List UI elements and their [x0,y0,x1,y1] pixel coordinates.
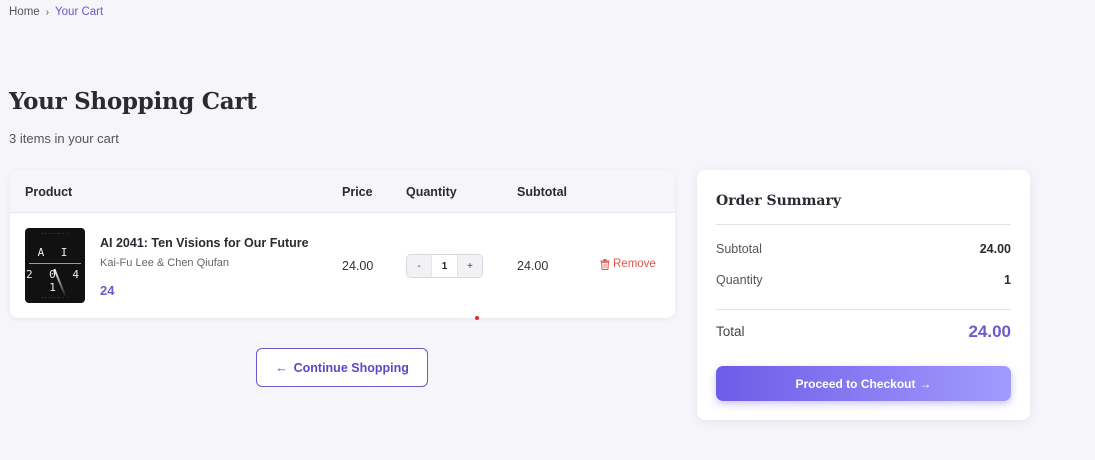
book-cover-image[interactable]: · · ·· · ·· · · A I 2 0 4 1 · · ·· · ·· … [25,228,85,303]
summary-subtotal-value: 24.00 [979,242,1011,256]
summary-total-value: 24.00 [968,322,1011,341]
cover-bottom-caption: · · ·· · ·· · · [41,295,69,300]
summary-quantity-label: Quantity [716,273,763,287]
book-price-tag: 24 [100,283,115,298]
book-author: Kai-Fu Lee & Chen Qiufan [100,257,230,269]
remove-label: Remove [613,258,656,270]
continue-shopping-label: Continue Shopping [293,360,409,375]
cover-title-top: A I [37,246,73,259]
item-subtotal: 24.00 [517,259,549,273]
summary-subtotal-label: Subtotal [716,242,762,256]
trash-icon [600,258,610,270]
item-price: 24.00 [342,259,374,273]
status-dot [475,316,479,320]
breadcrumb-separator: › [45,6,50,18]
cart-page: Home › Your Cart Your Shopping Cart 3 it… [0,0,1095,460]
checkout-label: Proceed to Checkout [795,376,916,391]
column-header-quantity: Quantity [406,185,457,199]
breadcrumb: Home › Your Cart [9,6,103,18]
summary-total-label: Total [716,324,745,339]
arrow-left-icon: ← [275,360,288,375]
summary-quantity-value: 1 [1004,273,1011,287]
arrow-right-icon: → [919,376,932,391]
column-header-product: Product [25,185,73,199]
summary-divider [716,224,1011,225]
cover-top-caption: · · ·· · ·· · · [41,231,69,236]
quantity-increment-button[interactable]: + [458,255,482,277]
book-title-link[interactable]: AI 2041: Ten Visions for Our Future [100,236,309,250]
page-title: Your Shopping Cart [9,88,257,115]
remove-item-button[interactable]: Remove [600,258,656,270]
column-header-subtotal: Subtotal [517,185,567,199]
order-summary: Order Summary Subtotal 24.00 Quantity 1 … [697,170,1030,420]
cover-divider-line [29,263,81,264]
quantity-decrement-button[interactable]: - [407,255,431,277]
quantity-input[interactable] [431,255,458,277]
cart-table-header: Product Price Quantity Subtotal [10,170,675,213]
proceed-to-checkout-button[interactable]: Proceed to Checkout → [716,366,1011,401]
cart-item-count: 3 items in your cart [9,131,119,146]
order-summary-title: Order Summary [716,193,842,209]
cart-item-row: · · ·· · ·· · · A I 2 0 4 1 · · ·· · ·· … [10,213,675,318]
breadcrumb-current[interactable]: Your Cart [55,6,103,18]
column-header-price: Price [342,185,373,199]
continue-shopping-button[interactable]: ← Continue Shopping [256,348,428,387]
summary-divider [716,309,1011,310]
quantity-stepper: - + [406,254,483,278]
cart-table: Product Price Quantity Subtotal · · ·· ·… [10,170,675,318]
breadcrumb-home-link[interactable]: Home [9,6,40,18]
